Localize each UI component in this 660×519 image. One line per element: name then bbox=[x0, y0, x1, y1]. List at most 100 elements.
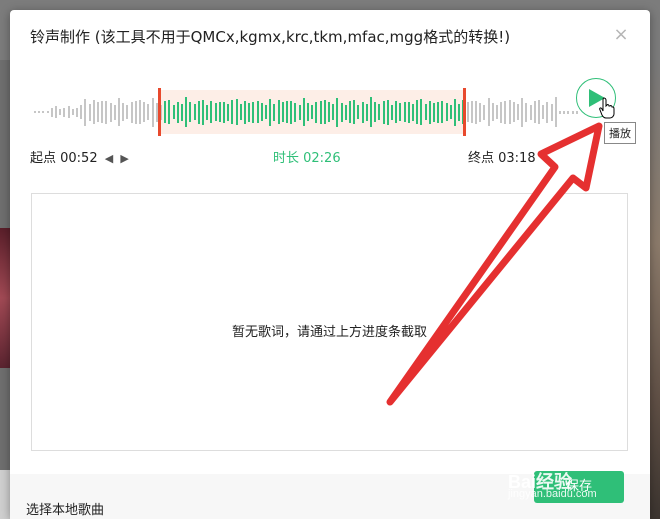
waveform-bar bbox=[361, 101, 364, 123]
waveform-bar bbox=[391, 104, 393, 120]
waveform-bar bbox=[164, 101, 167, 123]
waveform-bar bbox=[252, 101, 255, 123]
waveform-bar bbox=[353, 100, 356, 124]
waveform-bar bbox=[50, 107, 53, 117]
waveform-bar bbox=[416, 100, 419, 124]
waveform-bar bbox=[80, 105, 83, 119]
waveform-bar bbox=[525, 102, 528, 122]
select-local-song-button[interactable]: 选择本地歌曲 bbox=[26, 499, 104, 518]
waveform-bar bbox=[550, 103, 553, 121]
waveform-bar bbox=[63, 107, 66, 117]
waveform-bar bbox=[134, 100, 137, 124]
waveform-bar bbox=[147, 104, 150, 120]
waveform-bar bbox=[546, 101, 549, 123]
waveform-bar bbox=[559, 110, 561, 114]
waveform-bar bbox=[374, 102, 377, 122]
waveform-bar bbox=[538, 100, 540, 124]
waveform-bar bbox=[365, 103, 368, 121]
waveform-bar bbox=[223, 101, 225, 123]
waveform-bar bbox=[554, 97, 557, 127]
waveform-bar bbox=[378, 104, 381, 120]
start-back-arrow-icon[interactable]: ◀ bbox=[105, 152, 113, 165]
waveform-bar bbox=[265, 105, 267, 119]
waveform-bar bbox=[113, 104, 116, 120]
waveform-bar bbox=[479, 102, 482, 122]
waveform-bar bbox=[403, 102, 406, 122]
waveform-bar bbox=[42, 111, 45, 113]
play-tooltip: 播放 bbox=[604, 122, 636, 144]
waveform-bar bbox=[46, 111, 49, 113]
waveform-bar bbox=[521, 97, 524, 127]
waveform-bar bbox=[109, 102, 112, 122]
waveform-bar bbox=[244, 100, 246, 124]
waveform-bar bbox=[412, 103, 414, 121]
waveform-bar bbox=[567, 110, 570, 114]
waveform-bar bbox=[433, 102, 435, 122]
waveform-bar bbox=[458, 103, 461, 121]
waveform-bar bbox=[542, 105, 545, 119]
waveform-bar bbox=[55, 106, 57, 118]
waveform-bar bbox=[126, 105, 129, 119]
waveform-bar bbox=[491, 103, 494, 121]
waveform-bar bbox=[302, 98, 305, 126]
waveform-bar bbox=[529, 104, 532, 120]
waveform-bar bbox=[294, 102, 297, 122]
end-time: 终点 03:18 ▶ bbox=[468, 147, 570, 166]
start-time: 起点 00:52 ◀ ▶ bbox=[30, 147, 129, 166]
waveform-bar bbox=[105, 100, 108, 124]
waveform-bar bbox=[357, 105, 360, 119]
waveform-bar bbox=[84, 98, 87, 126]
end-forward-arrow-icon[interactable]: ▶ bbox=[562, 152, 570, 165]
waveform-bar bbox=[88, 103, 91, 121]
waveform-bar bbox=[59, 109, 62, 115]
waveform-bar bbox=[496, 105, 498, 119]
waveform-bar bbox=[298, 104, 301, 120]
start-forward-arrow-icon[interactable]: ▶ bbox=[120, 152, 128, 165]
waveform-bar bbox=[218, 102, 221, 122]
waveform-bar bbox=[470, 101, 473, 123]
waveform-bar bbox=[370, 97, 372, 127]
waveform-bar bbox=[67, 106, 70, 118]
waveform-bar bbox=[399, 103, 402, 121]
waveform-bar bbox=[512, 102, 515, 122]
duration: 时长 02:26 bbox=[273, 151, 341, 166]
waveform-bar bbox=[483, 104, 486, 120]
waveform-bar bbox=[168, 100, 171, 124]
waveform-bar bbox=[151, 97, 154, 127]
waveform-bar bbox=[181, 103, 183, 121]
waveform-bar bbox=[424, 104, 427, 120]
waveform-bar bbox=[395, 101, 398, 123]
waveform-bar bbox=[332, 104, 335, 120]
waveform-bar bbox=[248, 102, 251, 122]
waveform-bar bbox=[202, 99, 204, 125]
hand-cursor-icon bbox=[599, 97, 615, 119]
waveform-bar bbox=[315, 101, 318, 123]
waveform-bar bbox=[454, 98, 456, 126]
waveform-bar bbox=[386, 99, 389, 125]
waveform-bar bbox=[273, 103, 276, 121]
waveform-bar bbox=[344, 104, 347, 120]
waveform-bar bbox=[500, 101, 503, 123]
waveform-bar bbox=[34, 111, 36, 113]
waveform-bar bbox=[504, 100, 507, 124]
waveform-bar bbox=[533, 101, 536, 123]
waveform-bar bbox=[336, 97, 339, 127]
waveform-bar bbox=[441, 101, 444, 123]
waveform-bar bbox=[210, 101, 213, 123]
waveform-bar bbox=[76, 107, 78, 117]
waveform-bar bbox=[197, 100, 200, 124]
end-handle[interactable] bbox=[463, 88, 466, 136]
waveform-bar bbox=[428, 100, 431, 124]
waveform-bar bbox=[189, 102, 192, 122]
waveform-bar bbox=[319, 100, 322, 124]
waveform[interactable] bbox=[34, 88, 580, 138]
waveform-bar bbox=[269, 98, 272, 126]
waveform-bar bbox=[286, 101, 288, 123]
waveform-bar bbox=[118, 98, 120, 126]
waveform-bar bbox=[277, 100, 280, 124]
waveform-bar bbox=[437, 101, 440, 123]
close-icon[interactable]: × bbox=[612, 26, 630, 44]
start-handle[interactable] bbox=[158, 88, 161, 136]
waveform-bar bbox=[231, 100, 234, 124]
waveform-bar bbox=[193, 104, 196, 120]
